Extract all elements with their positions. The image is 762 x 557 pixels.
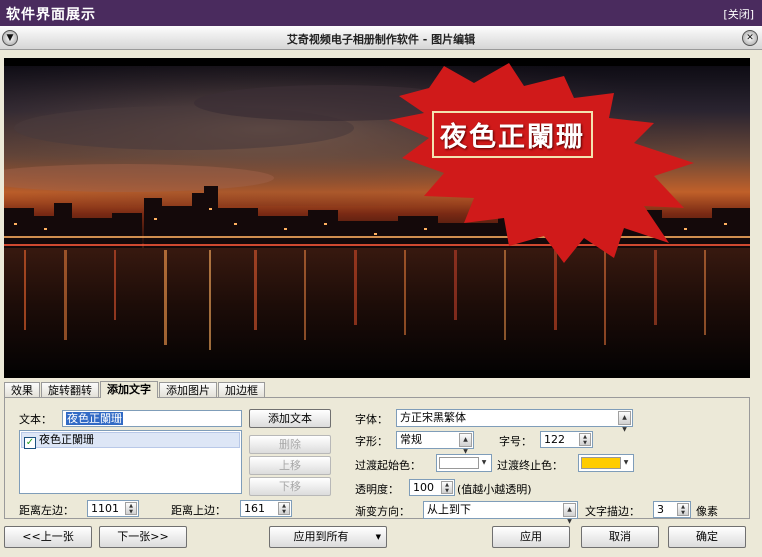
chevron-updown-icon: ▲ ▼ (563, 503, 576, 525)
delete-button[interactable]: 删除 (249, 435, 331, 454)
opacity-stepper[interactable]: 100 ▲ ▼ (409, 479, 455, 496)
size-stepper[interactable]: 122 ▲ ▼ (540, 431, 593, 448)
edit-tabs: 效果 旋转翻转 添加文字 添加图片 加边框 (4, 381, 266, 398)
window-title: 艾奇视频电子相册制作软件 - 图片编辑 (286, 33, 476, 46)
text-input-value: 夜色正闌珊 (66, 412, 123, 425)
top-distance-stepper[interactable]: 161 ▲ ▼ (240, 500, 292, 517)
opacity-value: 100 (413, 481, 434, 494)
direction-value: 从上到下 (427, 503, 471, 516)
left-distance-stepper[interactable]: 1101 ▲ ▼ (87, 500, 139, 517)
font-select[interactable]: 方正宋黑繁体 ▲ ▼ (396, 409, 633, 433)
apply-button[interactable]: 应用 (492, 526, 570, 548)
outer-title: 软件界面展示 (6, 7, 96, 23)
gradient-end-swatch (581, 457, 621, 469)
font-label: 字体： (355, 413, 388, 426)
move-down-button[interactable]: 下移 (249, 477, 331, 496)
chevron-down-icon: ▼ (623, 459, 629, 466)
spin-arrows-icon[interactable]: ▲ ▼ (579, 433, 591, 446)
image-edit-window: ▼ 艾奇视频电子相册制作软件 - 图片编辑 ✕ 夜色正闌珊 效果 旋转翻转 添加… (0, 26, 762, 557)
gradient-start-swatch (439, 457, 479, 469)
cancel-button[interactable]: 取消 (581, 526, 659, 548)
style-select[interactable]: 常规 ▲ ▼ (396, 431, 474, 455)
chevron-down-icon: ▼ (481, 459, 487, 466)
move-up-button[interactable]: 上移 (249, 456, 331, 475)
city-night-photo (4, 63, 750, 370)
add-text-panel: 文本： 夜色正闌珊 添加文本 ✓ 夜色正闌珊 删除 上移 下移 距离左边： 110… (4, 397, 750, 525)
gradient-start-color-picker[interactable]: ▼ (436, 454, 492, 472)
next-image-button[interactable]: 下一张>> (99, 526, 187, 548)
top-distance-value: 161 (244, 502, 265, 515)
direction-label: 渐变方向： (355, 505, 410, 518)
window-title-bar: ▼ 艾奇视频电子相册制作软件 - 图片编辑 ✕ (0, 26, 762, 50)
list-item-label: 夜色正闌珊 (39, 433, 94, 446)
apply-to-all-label: 应用到所有 (293, 530, 349, 543)
size-label: 字号： (499, 435, 532, 448)
stroke-unit: 像素 (696, 505, 718, 518)
spin-arrows-icon[interactable]: ▲ ▼ (441, 481, 453, 494)
opacity-hint: (值越小越透明) (457, 483, 532, 496)
prev-image-button[interactable]: <<上一张 (4, 526, 92, 548)
direction-select[interactable]: 从上到下 ▲ ▼ (423, 501, 578, 525)
opacity-label: 透明度： (355, 483, 399, 496)
tab-add-image[interactable]: 添加图片 (159, 382, 217, 398)
list-item[interactable]: ✓ 夜色正闌珊 (21, 432, 240, 449)
chevron-updown-icon: ▲ ▼ (618, 411, 631, 433)
style-value: 常规 (400, 433, 422, 446)
text-list[interactable]: ✓ 夜色正闌珊 (19, 430, 242, 494)
style-label: 字形： (355, 435, 388, 448)
outer-header-bar: 软件界面展示 [关闭] (0, 0, 762, 26)
gradient-start-label: 过渡起始色： (355, 459, 421, 472)
chevron-down-icon[interactable]: ▼ (376, 527, 381, 547)
window-close-button[interactable]: ✕ (742, 30, 758, 46)
tab-effects[interactable]: 效果 (4, 382, 40, 398)
ok-button[interactable]: 确定 (668, 526, 746, 548)
outer-close-link[interactable]: [关闭] (723, 6, 754, 22)
close-icon: ✕ (746, 33, 754, 43)
size-value: 122 (544, 433, 565, 446)
left-distance-label: 距离左边： (19, 504, 74, 517)
tab-rotate-flip[interactable]: 旋转翻转 (41, 382, 99, 398)
spin-arrows-icon[interactable]: ▲ ▼ (677, 503, 689, 516)
chevron-updown-icon: ▲ ▼ (459, 433, 472, 455)
overlay-text[interactable]: 夜色正闌珊 (432, 111, 593, 158)
stroke-label: 文字描边： (585, 505, 640, 518)
stroke-value: 3 (657, 503, 664, 516)
apply-to-all-button[interactable]: 应用到所有 ▼ (269, 526, 387, 548)
tab-add-border[interactable]: 加边框 (218, 382, 265, 398)
top-distance-label: 距离上边： (171, 504, 226, 517)
left-distance-value: 1101 (91, 502, 119, 515)
text-input[interactable]: 夜色正闌珊 (62, 410, 242, 427)
font-value: 方正宋黑繁体 (400, 411, 466, 424)
gradient-end-label: 过渡终止色： (497, 459, 563, 472)
spin-arrows-icon[interactable]: ▲ ▼ (125, 502, 137, 515)
spin-arrows-icon[interactable]: ▲ ▼ (278, 502, 290, 515)
tab-add-text[interactable]: 添加文字 (100, 381, 158, 398)
stroke-stepper[interactable]: 3 ▲ ▼ (653, 501, 691, 518)
add-text-button[interactable]: 添加文本 (249, 409, 331, 428)
image-preview: 夜色正闌珊 (4, 58, 750, 378)
checkbox-checked-icon[interactable]: ✓ (24, 437, 36, 449)
text-label: 文本： (19, 413, 52, 426)
gradient-end-color-picker[interactable]: ▼ (578, 454, 634, 472)
